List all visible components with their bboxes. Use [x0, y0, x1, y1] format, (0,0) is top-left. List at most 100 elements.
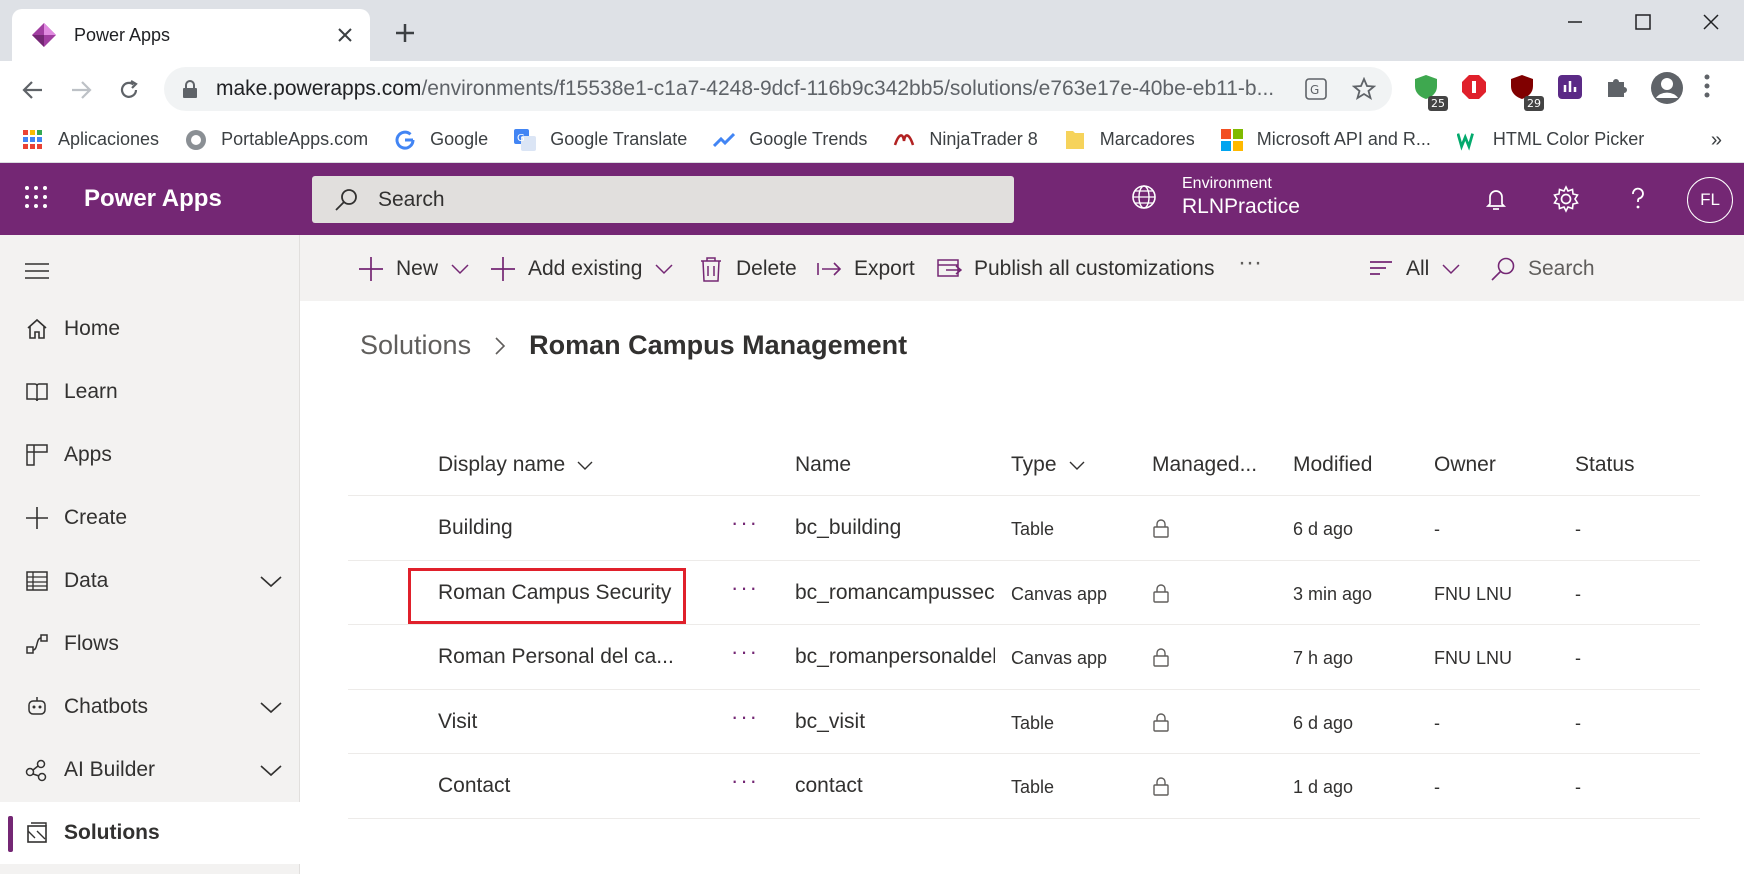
command-search-input[interactable]: Search [1490, 253, 1595, 285]
bookmark-label: Marcadores [1099, 129, 1195, 149]
add-existing-button[interactable]: Add existing [490, 253, 674, 285]
row-more-options[interactable]: ··· [731, 639, 759, 665]
bookmark-marcadores[interactable]: Marcadores [1064, 129, 1195, 151]
table-row[interactable]: Contact ··· contact Table 1 d ago - - [348, 754, 1700, 819]
app-name[interactable]: Power Apps [84, 185, 222, 213]
cell-display-name[interactable]: Contact [438, 774, 698, 798]
extensions-puzzle-icon[interactable] [1604, 73, 1634, 103]
profile-icon[interactable] [1650, 71, 1683, 104]
breadcrumb-solutions-link[interactable]: Solutions [360, 330, 471, 361]
google-icon [394, 129, 416, 151]
url-text: make.powerapps.com/environments/f15538e1… [216, 77, 1275, 100]
reload-icon[interactable] [114, 75, 144, 105]
filter-lines-icon [1368, 256, 1394, 282]
plus-icon [24, 505, 50, 531]
environment-label: Environment [1182, 175, 1272, 192]
column-header-owner[interactable]: Owner [1434, 453, 1496, 477]
bookmark-label: Google Translate [550, 129, 688, 149]
address-bar[interactable]: make.powerapps.com/environments/f15538e1… [164, 67, 1392, 111]
minimize-icon[interactable] [1556, 8, 1594, 36]
extension-badge: 25 [1428, 96, 1448, 111]
hamburger-menu-icon[interactable] [24, 261, 50, 281]
environment-picker[interactable]: Environment RLNPractice [1130, 175, 1300, 219]
user-avatar[interactable]: FL [1687, 177, 1733, 223]
new-tab-icon[interactable] [392, 20, 418, 46]
bookmarks-overflow-icon[interactable]: » [1711, 129, 1722, 152]
ublock-icon[interactable]: 29 [1508, 73, 1544, 111]
table-row[interactable]: Visit ··· bc_visit Table 6 d ago - - [348, 690, 1700, 754]
chevron-down-icon [1441, 259, 1461, 279]
nav-label: Data [64, 569, 109, 592]
nav-item-chatbots[interactable]: Chatbots [0, 676, 300, 738]
forward-icon[interactable] [66, 75, 96, 105]
bookmark-google-translate[interactable]: G Google Translate [514, 128, 688, 151]
row-more-options[interactable]: ··· [731, 510, 759, 536]
maximize-icon[interactable] [1624, 8, 1662, 36]
column-header-managed[interactable]: Managed... [1152, 453, 1257, 477]
ai-builder-icon [24, 757, 50, 783]
row-more-options[interactable]: ··· [731, 768, 759, 794]
new-button[interactable]: New [358, 253, 470, 285]
cell-display-name[interactable]: Building [438, 516, 698, 540]
more-commands-button[interactable]: ··· [1238, 247, 1262, 279]
header-search-input[interactable]: Search [312, 176, 1014, 223]
waffle-icon[interactable] [24, 185, 50, 211]
bookmark-ninjatrader[interactable]: NinjaTrader 8 [893, 129, 1038, 151]
lock-icon [182, 80, 198, 98]
view-filter-button[interactable]: All [1368, 253, 1461, 285]
table-row[interactable]: Roman Personal del ca... ··· bc_romanper… [348, 625, 1700, 690]
left-navigation: Home Learn Apps Create Data Flows Chatbo… [0, 235, 300, 874]
column-header-name[interactable]: Name [795, 453, 851, 477]
help-icon[interactable] [1624, 185, 1652, 213]
column-header-status[interactable]: Status [1575, 453, 1635, 477]
table-row[interactable]: Building ··· bc_building Table 6 d ago -… [348, 496, 1700, 561]
nav-item-apps[interactable]: Apps [0, 424, 300, 486]
extension-shield-icon[interactable]: 25 [1412, 73, 1448, 111]
nav-item-learn[interactable]: Learn [0, 361, 300, 423]
row-more-options[interactable]: ··· [731, 575, 759, 601]
export-button[interactable]: Export [816, 253, 915, 285]
nav-item-solutions[interactable]: Solutions [0, 802, 300, 864]
chevron-down-icon[interactable] [258, 568, 284, 594]
delete-button[interactable]: Delete [698, 253, 797, 285]
nav-item-home[interactable]: Home [0, 298, 300, 360]
bookmark-google[interactable]: Google [394, 129, 488, 151]
solutions-icon [24, 820, 50, 846]
cell-name: bc_romancampussecu [795, 580, 995, 604]
nav-item-flows[interactable]: Flows [0, 613, 300, 675]
cell-display-name[interactable]: Visit [438, 710, 698, 734]
nav-item-create[interactable]: Create [0, 487, 300, 549]
cell-display-name[interactable]: Roman Personal del ca... [438, 645, 698, 669]
browser-menu-icon[interactable] [1702, 73, 1732, 103]
settings-gear-icon[interactable] [1552, 185, 1580, 213]
nav-item-data[interactable]: Data [0, 550, 300, 612]
table-header: Display name Name Type Managed... Modifi… [348, 436, 1700, 496]
bell-icon[interactable] [1482, 185, 1510, 213]
solution-components-table: Display name Name Type Managed... Modifi… [348, 436, 1700, 819]
nav-label: Create [64, 506, 128, 529]
back-icon[interactable] [18, 75, 48, 105]
bookmark-portableapps[interactable]: PortableApps.com [185, 129, 368, 151]
close-tab-icon[interactable] [334, 24, 356, 46]
close-window-icon[interactable] [1692, 8, 1730, 36]
bookmark-google-trends[interactable]: Google Trends [713, 129, 867, 151]
export-arrow-icon [816, 256, 842, 282]
chevron-down-icon[interactable] [258, 694, 284, 720]
column-header-modified[interactable]: Modified [1293, 453, 1372, 477]
bookmark-star-icon[interactable] [1352, 77, 1378, 103]
column-header-display-name[interactable]: Display name [438, 453, 595, 477]
bookmark-html-color-picker[interactable]: HTML Color Picker [1456, 129, 1644, 151]
translate-icon[interactable]: G [1304, 77, 1330, 103]
browser-tab[interactable]: Power Apps [12, 9, 370, 61]
publish-all-button[interactable]: Publish all customizations [936, 253, 1214, 285]
bookmark-aplicaciones[interactable]: Aplicaciones [22, 129, 159, 151]
stats-extension-icon[interactable] [1556, 73, 1586, 103]
column-header-type[interactable]: Type [1011, 453, 1087, 477]
bookmark-microsoft-api[interactable]: Microsoft API and R... [1220, 128, 1431, 151]
portableapps-icon [185, 129, 207, 151]
row-more-options[interactable]: ··· [731, 704, 759, 730]
nav-item-ai-builder[interactable]: AI Builder [0, 739, 300, 801]
apps-icon [24, 442, 50, 468]
adblock-icon[interactable] [1460, 73, 1490, 103]
chevron-down-icon[interactable] [258, 757, 284, 783]
